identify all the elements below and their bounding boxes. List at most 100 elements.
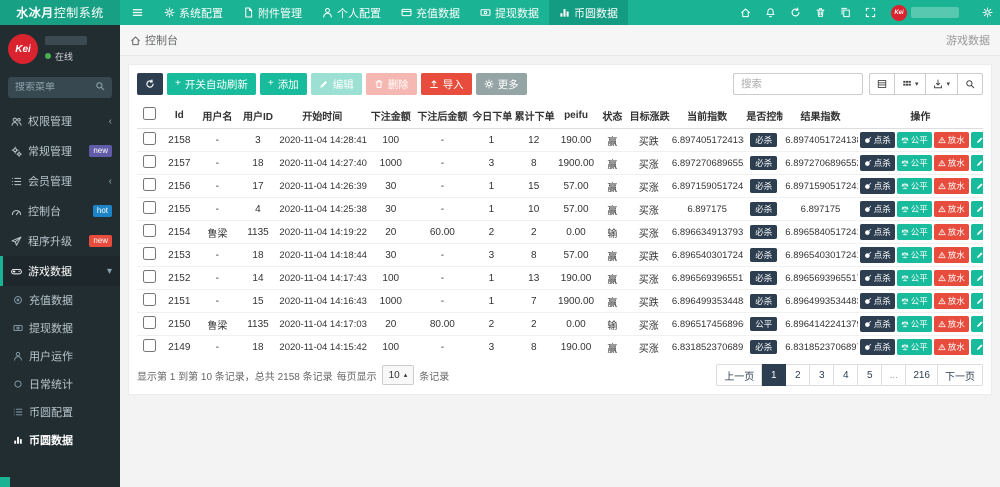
row-edit-button[interactable] [971, 132, 983, 148]
release-water-button[interactable]: 放水 [934, 270, 969, 286]
avatar[interactable]: Kei [8, 34, 38, 64]
next-page-button[interactable]: 下一页 [938, 364, 983, 386]
row-edit-button[interactable] [971, 270, 983, 286]
search-button[interactable] [958, 73, 983, 95]
release-water-button[interactable]: 放水 [934, 201, 969, 217]
clear-cache-button[interactable] [808, 0, 833, 25]
sidebar-item-dashboard[interactable]: 控制台 hot [0, 196, 120, 226]
home-button[interactable] [733, 0, 758, 25]
column-header[interactable]: 目标涨跌 [628, 102, 670, 129]
row-edit-button[interactable] [971, 155, 983, 171]
columns-button[interactable]: ▾ [895, 73, 927, 95]
breadcrumb-left[interactable]: 控制台 [145, 32, 178, 48]
spot-kill-button[interactable]: 点杀 [860, 178, 895, 194]
settings-button[interactable] [975, 0, 1000, 25]
avatar[interactable]: Kei [891, 5, 907, 21]
auto-refresh-toggle-button[interactable]: +开关自动刷新 [167, 73, 256, 95]
column-header[interactable]: 开始时间 [277, 102, 367, 129]
select-all-checkbox[interactable] [143, 107, 156, 120]
sidebar-item-daily-stats[interactable]: 日常统计 [0, 370, 120, 398]
row-checkbox[interactable] [143, 247, 156, 260]
fair-button[interactable]: 公平 [897, 178, 932, 194]
column-header[interactable]: peifu [555, 102, 597, 129]
spot-kill-button[interactable]: 点杀 [860, 132, 895, 148]
fair-button[interactable]: 公平 [897, 293, 932, 309]
release-water-button[interactable]: 放水 [934, 224, 969, 240]
import-button[interactable]: 导入 [421, 73, 472, 95]
spot-kill-button[interactable]: 点杀 [860, 293, 895, 309]
row-edit-button[interactable] [971, 293, 983, 309]
spot-kill-button[interactable]: 点杀 [860, 316, 895, 332]
column-header[interactable]: 是否控制 [744, 102, 783, 129]
row-checkbox[interactable] [143, 132, 156, 145]
row-checkbox[interactable] [143, 224, 156, 237]
row-edit-button[interactable] [971, 178, 983, 194]
edit-button-disabled[interactable]: 编辑 [311, 73, 362, 95]
fair-button[interactable]: 公平 [897, 339, 932, 355]
release-water-button[interactable]: 放水 [934, 178, 969, 194]
sidebar-search-button[interactable] [88, 81, 112, 94]
sidebar-item-general[interactable]: 常规管理 new [0, 136, 120, 166]
nav-item-recharge-data[interactable]: 充值数据 [391, 0, 470, 25]
page-button-5[interactable]: 5 [858, 364, 882, 386]
column-header[interactable]: 结果指数 [783, 102, 857, 129]
username-redacted[interactable] [911, 7, 959, 18]
row-edit-button[interactable] [971, 339, 983, 355]
fair-button[interactable]: 公平 [897, 247, 932, 263]
fullscreen-button[interactable] [858, 0, 883, 25]
row-edit-button[interactable] [971, 247, 983, 263]
fair-button[interactable]: 公平 [897, 201, 932, 217]
column-header[interactable]: 当前指数 [670, 102, 744, 129]
nav-item-attachment[interactable]: 附件管理 [233, 0, 312, 25]
column-header[interactable]: 下注金额 [367, 102, 414, 129]
add-button[interactable]: +添加 [260, 73, 307, 95]
refresh-button[interactable] [783, 0, 808, 25]
release-water-button[interactable]: 放水 [934, 293, 969, 309]
row-checkbox[interactable] [143, 316, 156, 329]
refresh-table-button[interactable] [137, 73, 163, 95]
sidebar-toggle-button[interactable] [120, 0, 154, 25]
notifications-button[interactable] [758, 0, 783, 25]
sidebar-item-coin-config[interactable]: 币圆配置 [0, 398, 120, 426]
column-header[interactable]: 状态 [597, 102, 627, 129]
spot-kill-button[interactable]: 点杀 [860, 247, 895, 263]
nav-item-coin-data[interactable]: 币圆数据 [549, 0, 628, 25]
spot-kill-button[interactable]: 点杀 [860, 339, 895, 355]
nav-item-personal-config[interactable]: 个人配置 [312, 0, 391, 25]
fair-button[interactable]: 公平 [897, 316, 932, 332]
sidebar-item-coin-data[interactable]: 币圆数据 [0, 426, 120, 454]
delete-button-disabled[interactable]: 删除 [366, 73, 417, 95]
row-checkbox[interactable] [143, 339, 156, 352]
sidebar-item-withdraw-data[interactable]: 提现数据 [0, 314, 120, 342]
row-checkbox[interactable] [143, 270, 156, 283]
nav-item-system-config[interactable]: 系统配置 [154, 0, 233, 25]
export-button[interactable]: ▾ [926, 73, 958, 95]
column-header[interactable]: 下注后金额 [414, 102, 470, 129]
row-edit-button[interactable] [971, 224, 983, 240]
row-checkbox[interactable] [143, 201, 156, 214]
release-water-button[interactable]: 放水 [934, 339, 969, 355]
spot-kill-button[interactable]: 点杀 [860, 201, 895, 217]
release-water-button[interactable]: 放水 [934, 155, 969, 171]
column-header[interactable]: 用户名 [196, 102, 238, 129]
page-size-select[interactable]: 10 ▴ [382, 365, 415, 385]
table-search-input[interactable] [733, 73, 863, 95]
fair-button[interactable]: 公平 [897, 224, 932, 240]
page-button-3[interactable]: 3 [810, 364, 834, 386]
sidebar-item-permission[interactable]: 权限管理 ‹ [0, 106, 120, 136]
page-button-216[interactable]: 216 [906, 364, 938, 386]
page-button-2[interactable]: 2 [786, 364, 810, 386]
page-button-1[interactable]: 1 [762, 364, 786, 386]
column-header[interactable]: 累计下单 [513, 102, 555, 129]
row-checkbox[interactable] [143, 155, 156, 168]
sidebar-item-upgrade[interactable]: 程序升级 new [0, 226, 120, 256]
sidebar-item-member[interactable]: 会员管理 ‹ [0, 166, 120, 196]
column-header[interactable]: 用户ID [239, 102, 278, 129]
fair-button[interactable]: 公平 [897, 155, 932, 171]
sidebar-search-input[interactable] [8, 82, 88, 93]
page-button-4[interactable]: 4 [834, 364, 858, 386]
fair-button[interactable]: 公平 [897, 270, 932, 286]
fair-button[interactable]: 公平 [897, 132, 932, 148]
row-edit-button[interactable] [971, 201, 983, 217]
release-water-button[interactable]: 放水 [934, 247, 969, 263]
